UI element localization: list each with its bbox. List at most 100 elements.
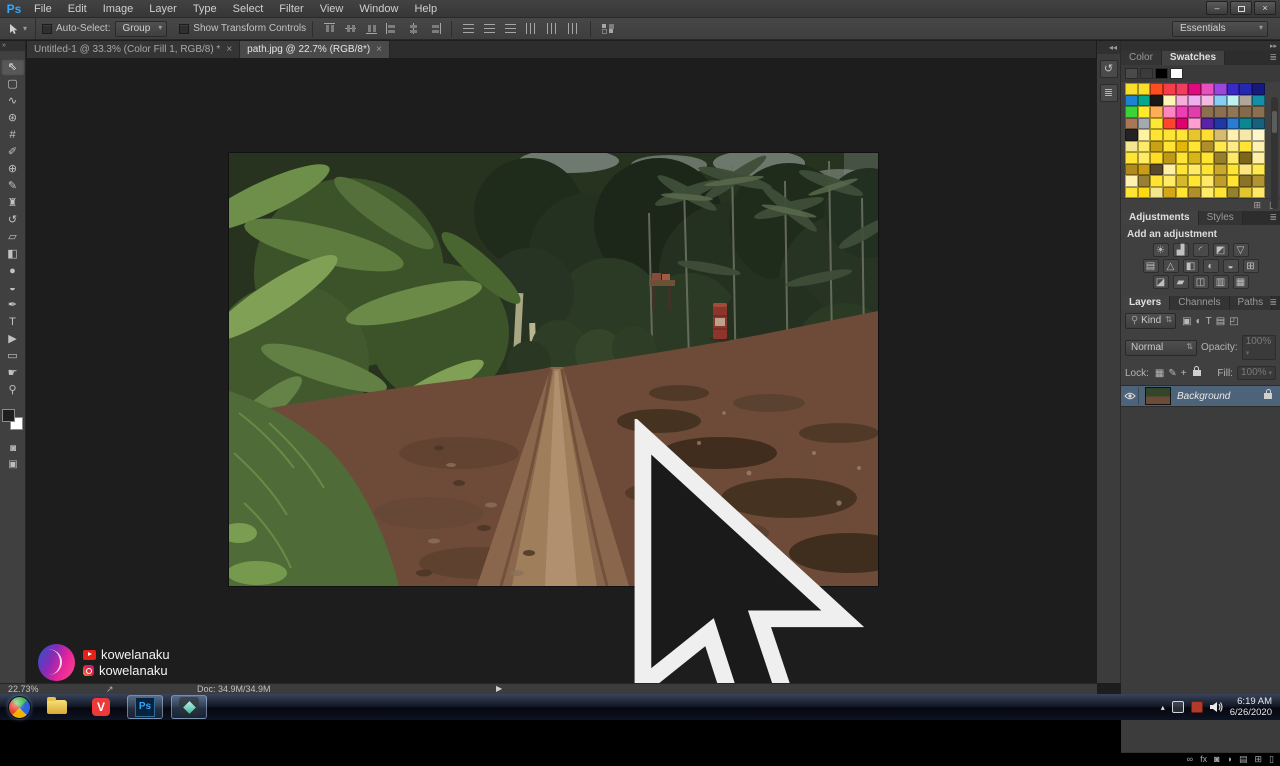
- toolbox-collapse-chevron[interactable]: »: [0, 41, 25, 51]
- swatch[interactable]: [1239, 129, 1252, 141]
- swatch[interactable]: [1251, 129, 1265, 141]
- swatch[interactable]: [1226, 175, 1240, 187]
- swatch[interactable]: [1175, 186, 1189, 198]
- menu-item[interactable]: Layer: [141, 0, 185, 18]
- swatch[interactable]: [1137, 140, 1151, 152]
- swatch[interactable]: [1163, 186, 1176, 198]
- swatch[interactable]: [1163, 140, 1176, 152]
- swatch[interactable]: [1137, 186, 1151, 198]
- show-hidden-icons-button[interactable]: ▴: [1161, 703, 1165, 712]
- eraser-tool[interactable]: ▱: [1, 229, 25, 246]
- path-selection-tool[interactable]: ▶: [1, 331, 25, 348]
- align-bottom-edges-icon[interactable]: [364, 22, 379, 35]
- align-horizontal-centers-icon[interactable]: [406, 22, 421, 35]
- swatch[interactable]: [1226, 83, 1240, 95]
- close-button[interactable]: ×: [1254, 1, 1276, 15]
- swatch[interactable]: [1239, 175, 1252, 187]
- align-top-edges-icon[interactable]: [322, 22, 337, 35]
- lock-option-icon[interactable]: +: [1181, 368, 1187, 379]
- swatch[interactable]: [1213, 94, 1227, 106]
- swatch[interactable]: [1226, 186, 1240, 198]
- gradient-tool[interactable]: ◧: [1, 246, 25, 263]
- swatch[interactable]: [1251, 140, 1265, 152]
- spot-healing-tool[interactable]: ⊕: [1, 161, 25, 178]
- adjustment-icon[interactable]: ▽: [1232, 243, 1249, 257]
- swatch[interactable]: [1140, 68, 1153, 79]
- swatch[interactable]: [1201, 83, 1214, 95]
- quick-selection-tool[interactable]: ⊛: [1, 110, 25, 127]
- swatch[interactable]: [1188, 83, 1202, 95]
- swatch[interactable]: [1213, 117, 1227, 129]
- swatch[interactable]: [1175, 152, 1189, 164]
- lock-option-icon[interactable]: ▦: [1155, 368, 1164, 379]
- layer-row-background[interactable]: Background: [1121, 385, 1280, 407]
- swatch[interactable]: [1150, 186, 1164, 198]
- share-icon[interactable]: ↗: [106, 684, 114, 694]
- swatch[interactable]: [1201, 140, 1214, 152]
- swatch[interactable]: [1125, 163, 1138, 175]
- tab-styles[interactable]: Styles: [1198, 211, 1243, 225]
- swatch[interactable]: [1125, 129, 1138, 141]
- quick-mask-button[interactable]: ◙: [0, 441, 26, 457]
- minimize-button[interactable]: –: [1206, 1, 1228, 15]
- adjustment-icon[interactable]: ▤: [1142, 259, 1159, 273]
- distribute-right-edges-icon[interactable]: [566, 22, 581, 35]
- history-brush-tool[interactable]: ↺: [1, 212, 25, 229]
- swatch[interactable]: [1213, 83, 1227, 95]
- swatch[interactable]: [1188, 117, 1202, 129]
- adjustment-icon[interactable]: ◜: [1192, 243, 1209, 257]
- distribute-vertical-centers-icon[interactable]: [482, 22, 497, 35]
- swatches-scrollbar[interactable]: [1271, 97, 1278, 209]
- menu-item[interactable]: View: [312, 0, 352, 18]
- swatch[interactable]: [1125, 117, 1138, 129]
- foreground-color-chip[interactable]: [2, 409, 15, 422]
- align-left-edges-icon[interactable]: [385, 22, 400, 35]
- tab-layers[interactable]: Layers: [1121, 296, 1171, 310]
- swatch[interactable]: [1188, 152, 1202, 164]
- clone-stamp-tool[interactable]: ♜: [1, 195, 25, 212]
- swatch[interactable]: [1137, 83, 1151, 95]
- group-dropdown[interactable]: Group: [114, 20, 168, 37]
- swatch[interactable]: [1239, 106, 1252, 118]
- swatch[interactable]: [1226, 106, 1240, 118]
- tab-close-icon[interactable]: ×: [226, 41, 232, 58]
- adjustment-icon[interactable]: △: [1162, 259, 1179, 273]
- adjustment-icon[interactable]: ▟: [1172, 243, 1189, 257]
- menu-item[interactable]: Select: [225, 0, 272, 18]
- adjustment-icon[interactable]: ⊞: [1242, 259, 1259, 273]
- expand-panels-chevron[interactable]: ◂◂: [1097, 41, 1120, 54]
- layers-footer-icon[interactable]: ▯: [1269, 753, 1274, 766]
- tab-adjustments[interactable]: Adjustments: [1121, 211, 1199, 225]
- eyedropper-tool[interactable]: ✐: [1, 144, 25, 161]
- swatch[interactable]: [1251, 163, 1265, 175]
- swatch[interactable]: [1150, 117, 1164, 129]
- volume-icon[interactable]: [1209, 701, 1223, 713]
- adjustment-icon[interactable]: ▥: [1212, 275, 1229, 289]
- blend-mode-dropdown[interactable]: Normal: [1125, 339, 1197, 356]
- swatch[interactable]: [1239, 83, 1252, 95]
- swatch[interactable]: [1125, 186, 1138, 198]
- collapse-panels-chevron[interactable]: ▸▸: [1121, 41, 1280, 51]
- lock-option-icon[interactable]: ✎: [1168, 368, 1176, 379]
- canvas-pasteboard[interactable]: [27, 58, 1096, 683]
- opacity-value[interactable]: 100%: [1241, 335, 1276, 360]
- zoom-tool[interactable]: ⚲: [1, 382, 25, 399]
- layer-filter-icon[interactable]: ◰: [1229, 316, 1238, 327]
- lasso-tool[interactable]: ∿: [1, 93, 25, 110]
- swatch[interactable]: [1175, 94, 1189, 106]
- swatch[interactable]: [1150, 94, 1164, 106]
- swatch[interactable]: [1201, 175, 1214, 187]
- type-tool[interactable]: T: [1, 314, 25, 331]
- menu-item[interactable]: Type: [185, 0, 225, 18]
- auto-align-layers-icon[interactable]: [600, 22, 615, 35]
- swatch[interactable]: [1163, 175, 1176, 187]
- swatch[interactable]: [1213, 129, 1227, 141]
- panel-menu-icon[interactable]: ≣: [1269, 52, 1277, 63]
- history-panel-icon[interactable]: ↺: [1099, 60, 1118, 78]
- swatch[interactable]: [1150, 106, 1164, 118]
- align-right-edges-icon[interactable]: [427, 22, 442, 35]
- adjustment-icon[interactable]: ◧: [1182, 259, 1199, 273]
- swatch[interactable]: [1163, 83, 1176, 95]
- layer-filter-icon[interactable]: ▤: [1216, 316, 1225, 327]
- swatch[interactable]: [1188, 163, 1202, 175]
